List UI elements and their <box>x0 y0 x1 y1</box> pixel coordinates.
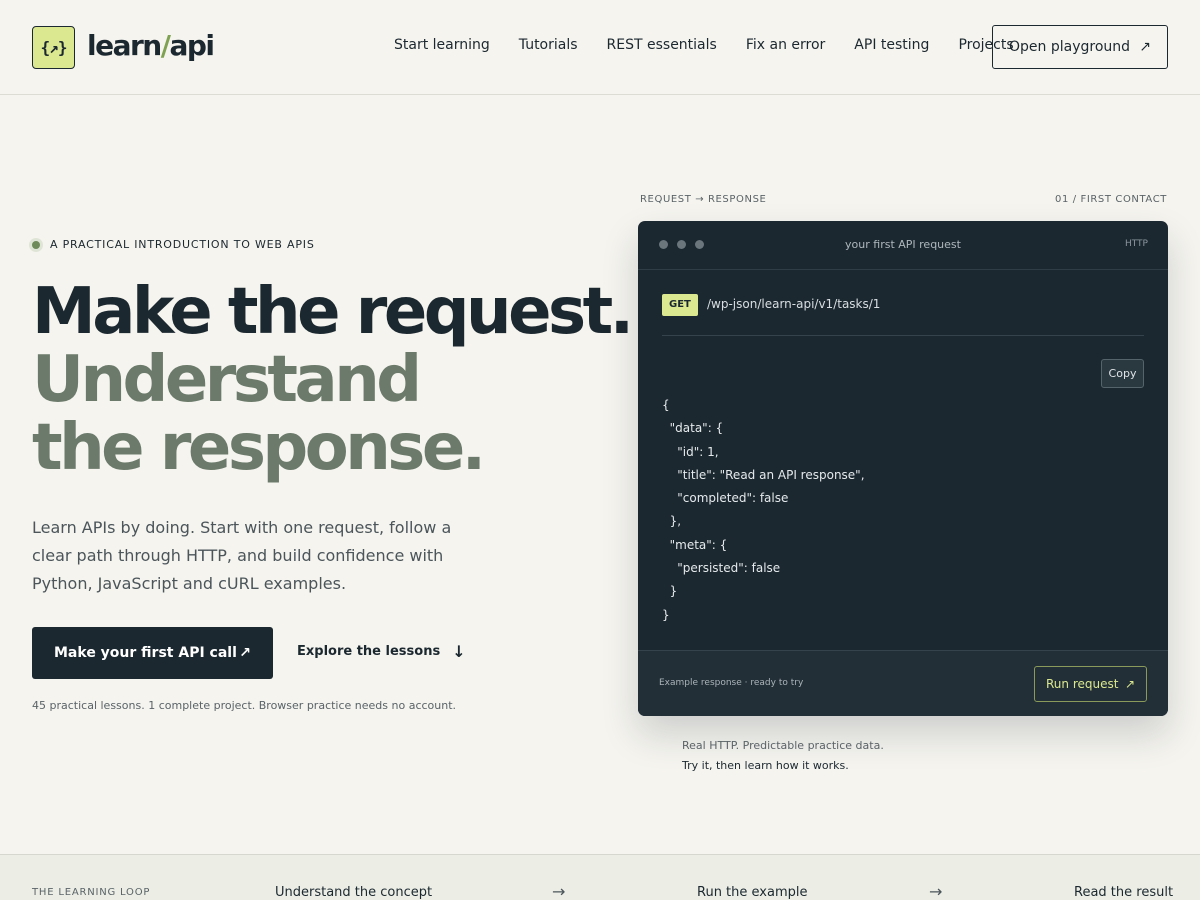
first-api-call-button[interactable]: Make your first API call ↗ <box>32 627 273 679</box>
card-label-right: 01 / FIRST CONTACT <box>1055 194 1167 205</box>
hero-fineprint: 45 practical lessons. 1 complete project… <box>32 699 457 712</box>
loop-step-understand: Understand the concept <box>275 885 433 900</box>
hero-headline: Make the request. Understand the respons… <box>32 275 634 485</box>
card-caption: Real HTTP. Predictable practice data. Tr… <box>682 736 884 776</box>
hero-lead: Learn APIs by doing. Start with one requ… <box>32 518 452 593</box>
method-badge: GET <box>662 294 698 316</box>
arrow-down-icon: ↓ <box>452 642 466 661</box>
headline-line-3: the response. <box>32 411 486 485</box>
learning-loop-label: THE LEARNING LOOP <box>32 887 151 898</box>
request-card: your first API request HTTP GET /wp-json… <box>638 221 1168 716</box>
first-api-call-label: Make your first API call <box>54 645 237 661</box>
nav-tutorials[interactable]: Tutorials <box>519 37 578 53</box>
eyebrow-text: A PRACTICAL INTRODUCTION TO WEB APIS <box>50 238 315 251</box>
arrow-up-right-icon: ↗ <box>1139 39 1151 55</box>
run-request-button[interactable]: Run request ↗ <box>1034 666 1147 702</box>
status-dot-icon <box>32 240 40 249</box>
run-request-label: Run request <box>1046 677 1119 691</box>
nav-fix-an-error[interactable]: Fix an error <box>746 37 825 53</box>
main-nav: Start learning Tutorials REST essentials… <box>394 37 1014 53</box>
card-title: your first API request <box>845 238 961 251</box>
learning-loop-bar: THE LEARNING LOOP Understand the concept… <box>0 854 1200 900</box>
copy-button[interactable]: Copy <box>1101 359 1144 388</box>
card-label-left: REQUEST → RESPONSE <box>640 194 767 205</box>
arrow-right-icon: → <box>552 882 566 900</box>
headline-line-2: Understand <box>32 343 422 417</box>
logo-text-learn: learn <box>87 29 162 62</box>
nav-api-testing[interactable]: API testing <box>854 37 929 53</box>
logo-icon[interactable]: {↗} <box>32 26 75 69</box>
arrow-up-right-icon: ↗ <box>1124 677 1135 691</box>
open-playground-button[interactable]: Open playground ↗ <box>992 25 1168 69</box>
card-footer: Example response · ready to try Run requ… <box>638 650 1168 716</box>
logo-wordmark[interactable]: learn/api <box>87 29 215 62</box>
response-status: Example response · ready to try <box>659 678 804 688</box>
loop-step-read: Read the result <box>1074 885 1174 900</box>
caption-line-2: Try it, then learn how it works. <box>682 759 849 772</box>
site-header: {↗} learn/api Start learning Tutorials R… <box>0 0 1200 95</box>
open-playground-label: Open playground <box>1009 39 1131 55</box>
logo-text-api: api <box>169 29 215 62</box>
nav-start-learning[interactable]: Start learning <box>394 37 490 53</box>
card-title-bar: your first API request HTTP <box>638 221 1168 270</box>
endpoint-path: /wp-json/learn-api/v1/tasks/1 <box>707 297 881 311</box>
headline-line-1: Make the request. <box>32 275 634 349</box>
caption-line-1: Real HTTP. Predictable practice data. <box>682 739 884 752</box>
hero-eyebrow: A PRACTICAL INTRODUCTION TO WEB APIS <box>32 238 315 251</box>
card-divider <box>662 335 1144 336</box>
nav-rest-essentials[interactable]: REST essentials <box>607 37 717 53</box>
card-protocol: HTTP <box>1124 239 1148 249</box>
explore-lessons-link[interactable]: Explore the lessons ↓ <box>297 642 466 661</box>
loop-step-run: Run the example <box>697 885 808 900</box>
explore-lessons-label: Explore the lessons <box>297 644 441 659</box>
response-code: { "data": { "id": 1, "title": "Read an A… <box>662 398 865 622</box>
arrow-right-icon: → <box>929 882 943 900</box>
arrow-up-right-icon: ↗ <box>239 645 251 661</box>
